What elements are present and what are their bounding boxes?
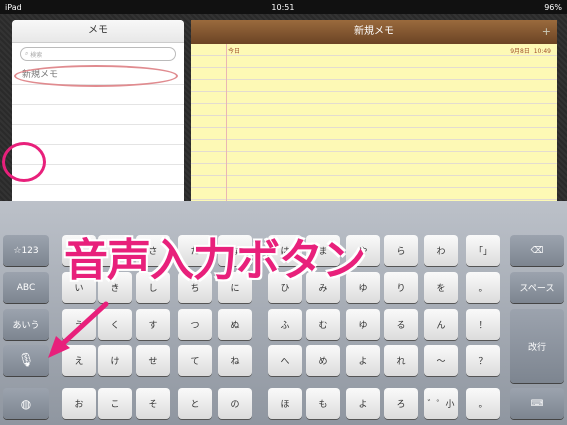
pointer-arrow bbox=[48, 301, 109, 358]
note-date: 9月8日 10:49 bbox=[510, 48, 551, 55]
kana-key[interactable]: れ bbox=[384, 345, 418, 376]
add-icon[interactable]: + bbox=[542, 20, 551, 44]
kana-key[interactable]: 。 bbox=[466, 388, 500, 419]
abc-key[interactable]: ABC bbox=[3, 272, 49, 303]
kana-key[interactable]: こ bbox=[98, 388, 132, 419]
list-item-empty bbox=[12, 105, 184, 125]
kana-key[interactable]: ！ bbox=[466, 309, 500, 340]
globe-icon: ◍ bbox=[20, 396, 32, 411]
numbers-key[interactable]: ☆123 bbox=[3, 235, 49, 266]
space-key[interactable]: スペース bbox=[510, 272, 564, 303]
hide-keyboard-key[interactable]: ⌨ bbox=[510, 388, 564, 419]
kana-key[interactable]: り bbox=[384, 272, 418, 303]
kana-key[interactable]: ね bbox=[218, 345, 252, 376]
keyboard-icon: ⌨ bbox=[530, 398, 544, 409]
kana-key[interactable]: る bbox=[384, 309, 418, 340]
kana-key[interactable]: へ bbox=[268, 345, 302, 376]
status-time: 10:51 bbox=[271, 2, 295, 12]
kana-key[interactable]: つ bbox=[178, 309, 212, 340]
note-today: 今日 bbox=[228, 48, 241, 55]
margin-line bbox=[226, 44, 227, 201]
kana-key[interactable]: ん bbox=[424, 309, 458, 340]
kana-key[interactable]: お bbox=[62, 388, 96, 419]
kana-key[interactable]: め bbox=[306, 345, 340, 376]
kana-key[interactable]: せ bbox=[136, 345, 170, 376]
note-title: 新規メモ bbox=[354, 26, 394, 37]
list-item-empty bbox=[12, 85, 184, 105]
overlay-caption: 音声入力ボタン bbox=[64, 235, 366, 286]
kana-key[interactable]: と bbox=[178, 388, 212, 419]
notes-list-title: メモ bbox=[12, 20, 184, 43]
device-label: iPad bbox=[5, 2, 22, 12]
kana-key[interactable]: 「」 bbox=[466, 235, 500, 266]
search-placeholder: 検索 bbox=[30, 51, 43, 59]
kana-key[interactable]: よ bbox=[346, 345, 380, 376]
list-item-empty bbox=[12, 125, 184, 145]
note-title-bar: 新規メモ + bbox=[191, 20, 557, 44]
search-input[interactable]: ⌕ 検索 bbox=[20, 47, 176, 61]
kana-key[interactable]: よ bbox=[346, 388, 380, 419]
kana-key[interactable]: ゆ bbox=[346, 309, 380, 340]
mic-highlight-circle bbox=[2, 142, 46, 182]
kana-key[interactable]: の bbox=[218, 388, 252, 419]
kana-key[interactable]: む bbox=[306, 309, 340, 340]
kana-key[interactable]: ぬ bbox=[218, 309, 252, 340]
mic-icon: 🎙 bbox=[17, 353, 35, 368]
kana-key[interactable]: す bbox=[136, 309, 170, 340]
kana-key[interactable]: ゛゜小 bbox=[424, 388, 458, 419]
highlight-circle bbox=[14, 65, 178, 87]
backspace-key[interactable]: ⌫ bbox=[510, 235, 564, 266]
kana-key[interactable]: 。 bbox=[466, 272, 500, 303]
list-item[interactable]: 新規メモ bbox=[12, 65, 184, 87]
kana-key[interactable]: を bbox=[424, 272, 458, 303]
kana-key[interactable]: ろ bbox=[384, 388, 418, 419]
return-key[interactable]: 改行 bbox=[510, 309, 564, 383]
kana-key[interactable]: ？ bbox=[466, 345, 500, 376]
status-bar: iPad 10:51 96% bbox=[0, 0, 567, 14]
note-paper[interactable]: 今日 9月8日 10:49 bbox=[191, 44, 557, 201]
kana-key[interactable]: て bbox=[178, 345, 212, 376]
globe-key[interactable]: ◍ bbox=[3, 388, 49, 419]
kana-key[interactable]: そ bbox=[136, 388, 170, 419]
kana-key[interactable]: ほ bbox=[268, 388, 302, 419]
kana-key[interactable]: わ bbox=[424, 235, 458, 266]
kana-key[interactable]: も bbox=[306, 388, 340, 419]
kana-key[interactable]: ふ bbox=[268, 309, 302, 340]
kana-key[interactable]: 〜 bbox=[424, 345, 458, 376]
note-panel: 新規メモ + 今日 9月8日 10:49 bbox=[191, 20, 557, 201]
kana-key[interactable]: ら bbox=[384, 235, 418, 266]
battery-label: 96% bbox=[544, 2, 562, 12]
